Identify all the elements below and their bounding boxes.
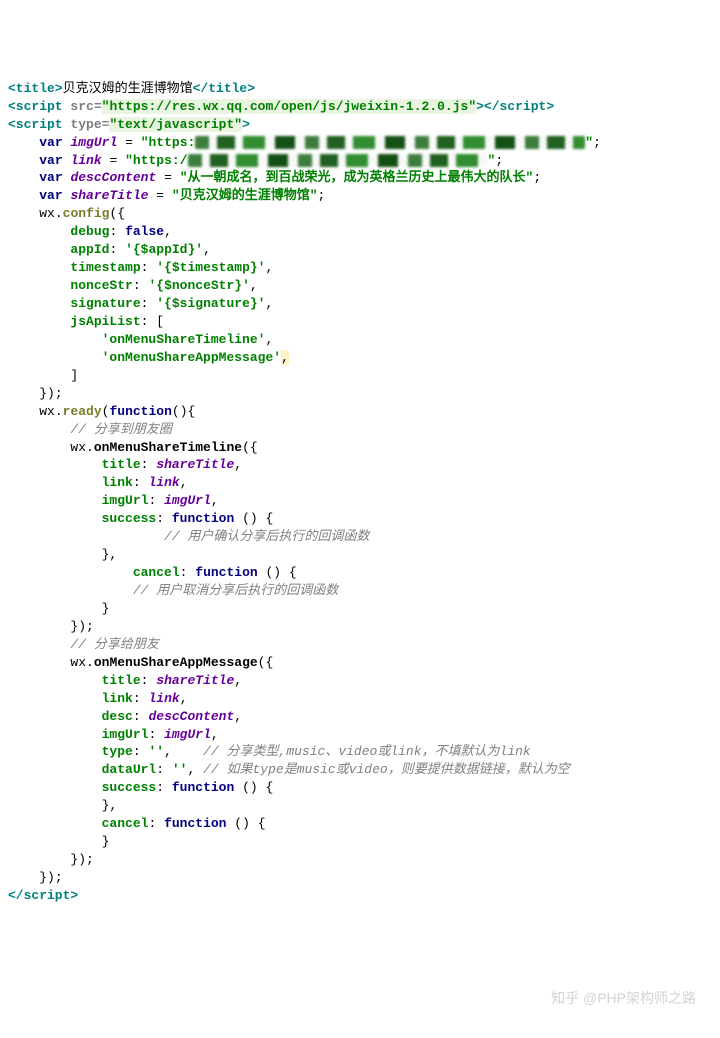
comment-appmsg: // 分享给朋友	[70, 637, 158, 652]
comment-timeline: // 分享到朋友圈	[70, 422, 171, 437]
jsapi-0: 'onMenuShareTimeline'	[102, 332, 266, 347]
link-prefix: "https:/	[125, 153, 187, 168]
share-title: "贝克汉姆的生涯博物馆"	[172, 188, 318, 203]
fn-appmsg: onMenuShareAppMessage	[94, 655, 258, 670]
redacted-imgurl	[195, 136, 585, 149]
watermark: 知乎 @PHP架构师之路	[551, 989, 696, 1008]
redacted-link	[188, 154, 488, 167]
imgurl-prefix: "https:	[141, 135, 196, 150]
fn-timeline: onMenuShareTimeline	[94, 440, 242, 455]
wx-ready: ready	[63, 404, 102, 419]
title-text: 贝克汉姆的生涯博物馆	[63, 81, 193, 96]
desc-content: "从一朝成名，到百战荣光，成为英格兰历史上最伟大的队长"	[180, 170, 534, 185]
script-type: text/javascript	[117, 117, 234, 132]
wx-config: config	[63, 206, 110, 221]
script-src: https://res.wx.qq.com/open/js/jweixin-1.…	[109, 99, 468, 114]
jsapi-1: 'onMenuShareAppMessage'	[102, 350, 281, 365]
code-block: <title>贝克汉姆的生涯博物馆</title> <script src="h…	[8, 80, 712, 905]
